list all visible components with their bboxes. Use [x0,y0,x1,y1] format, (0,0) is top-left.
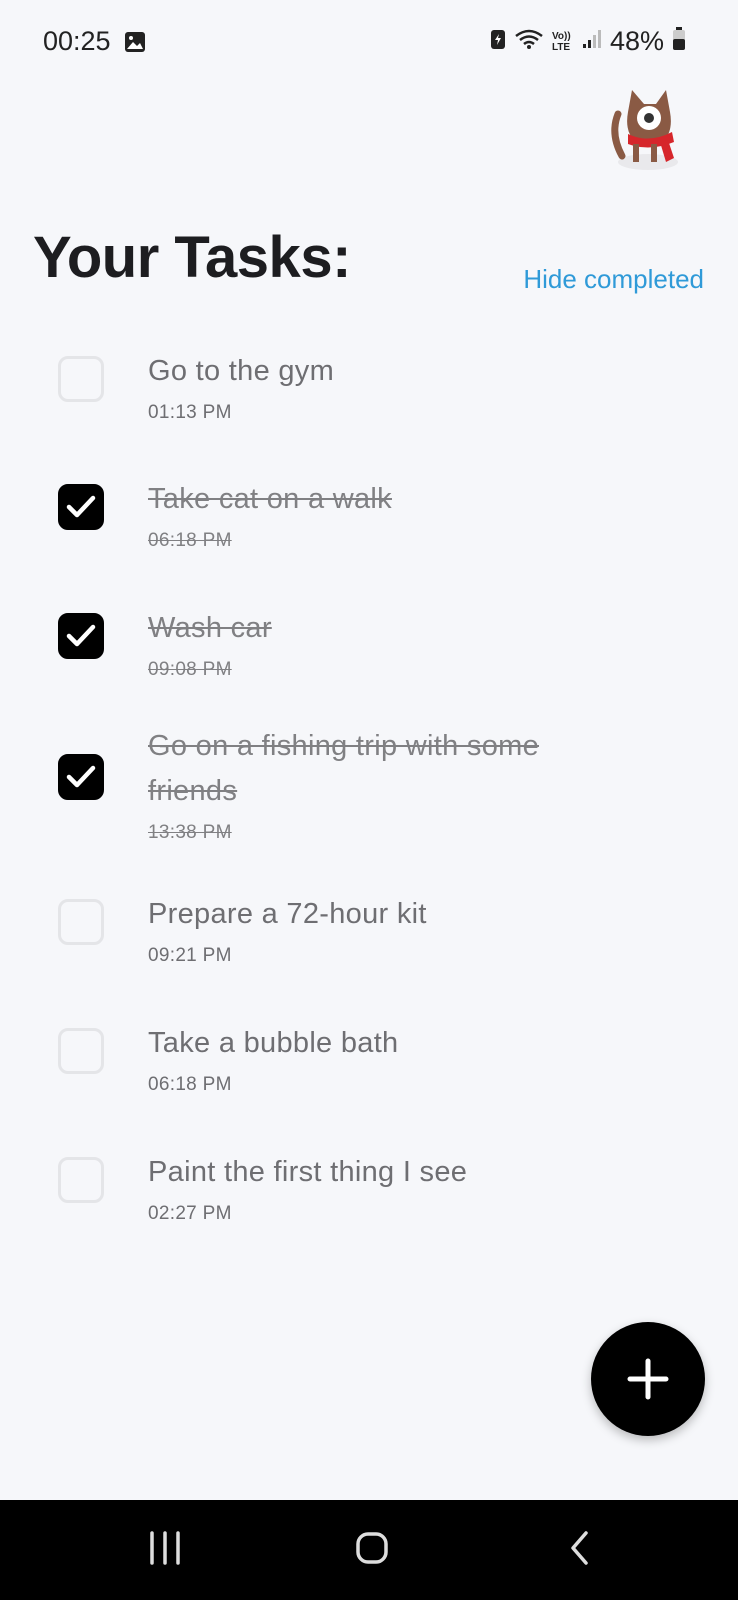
page-title: Your Tasks: [33,225,351,290]
task-checkbox[interactable] [58,899,104,945]
task-checkbox[interactable] [58,1157,104,1203]
task-time: 01:13 PM [148,402,232,423]
wifi-icon [514,28,544,55]
battery-saver-icon [490,28,506,55]
task-title: Paint the first thing I see [148,1156,468,1188]
gallery-icon [124,31,146,58]
home-icon[interactable] [355,1530,389,1571]
hide-completed-button[interactable]: Hide completed [523,264,704,295]
plus-icon [627,1358,669,1400]
task-title: Wash car [148,612,272,644]
task-title: Go to the gym [148,355,335,387]
task-time: 06:18 PM [148,1074,232,1095]
volte-lte-icon: Vo)) LTE [551,30,571,53]
battery-percent: 48% [609,26,664,56]
checkmark-icon [66,765,96,788]
task-checkbox[interactable] [58,484,104,530]
checkmark-icon [66,624,96,647]
task-checkbox[interactable] [58,613,104,659]
task-title: Go on a fishing trip with some friends [148,730,540,807]
checkmark-icon [66,495,96,518]
status-icons: Vo)) LTE 48% [490,26,686,57]
recents-icon[interactable] [148,1530,182,1571]
navigation-bar [0,1500,738,1600]
avatar[interactable] [604,84,692,172]
add-task-button[interactable] [591,1322,705,1436]
task-time: 13:38 PM [148,822,232,843]
task-checkbox[interactable] [58,754,104,800]
task-time: 09:21 PM [148,945,232,966]
task-checkbox[interactable] [58,356,104,402]
task-time: 02:27 PM [148,1203,232,1224]
status-time: 00:25 [43,26,111,56]
signal-icon [582,29,602,54]
task-title: Take cat on a walk [148,483,392,515]
battery-icon [672,27,686,56]
task-title: Prepare a 72-hour kit [148,898,427,930]
task-time: 09:08 PM [148,659,232,680]
task-time: 06:18 PM [148,530,232,551]
task-title: Take a bubble bath [148,1027,399,1059]
task-checkbox[interactable] [58,1028,104,1074]
status-bar: 00:25 Vo)) LTE 48% [0,0,738,86]
back-icon[interactable] [568,1530,592,1571]
